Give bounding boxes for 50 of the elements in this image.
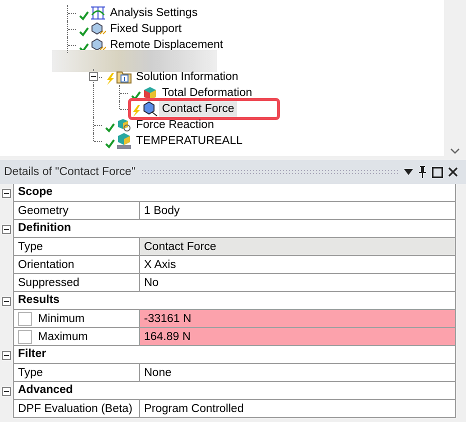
property-label: Suppressed — [18, 276, 80, 288]
tree-item[interactable]: Total Deformation — [159, 85, 256, 101]
result-cube-icon — [142, 86, 158, 100]
collapse-icon[interactable] — [2, 350, 11, 360]
property-label: Type — [18, 240, 43, 252]
result-probe-icon — [116, 118, 132, 132]
checkbox[interactable] — [18, 312, 32, 326]
collapse-icon[interactable] — [2, 386, 11, 396]
probe-cube-icon — [142, 101, 158, 117]
section-header[interactable]: Results — [13, 292, 456, 310]
property-label: DPF Evaluation (Beta) — [18, 402, 132, 414]
property-label: Minimum — [38, 312, 85, 324]
property-value[interactable]: 164.89 N — [140, 328, 455, 345]
collapse-icon[interactable] — [2, 224, 11, 234]
property-label: Maximum — [38, 330, 88, 342]
section-header[interactable]: Definition — [13, 220, 456, 238]
dropdown-icon[interactable] — [404, 169, 413, 175]
lightning-icon — [131, 105, 141, 117]
panel-title: Details of "Contact Force" — [4, 166, 136, 178]
collapse-icon[interactable] — [89, 72, 98, 81]
section-header[interactable]: Filter — [13, 346, 456, 364]
cube-icon — [90, 38, 106, 52]
tree-item[interactable]: TEMPERATUREALL — [133, 133, 246, 149]
property-label: Geometry — [18, 204, 68, 216]
check-icon — [131, 91, 141, 101]
close-icon[interactable] — [448, 167, 458, 177]
tree-item[interactable]: Fixed Support — [107, 21, 185, 37]
pin-icon[interactable] — [418, 166, 427, 178]
user-result-icon — [116, 133, 132, 149]
property-value[interactable]: -33161 N — [140, 310, 455, 327]
cube-icon — [90, 22, 106, 36]
section-header[interactable]: Advanced — [13, 382, 456, 400]
lightning-icon — [105, 73, 115, 85]
scrollbar[interactable] — [444, 0, 466, 156]
property-label: Type — [18, 366, 43, 378]
checkbox[interactable] — [18, 330, 32, 344]
property-label: Orientation — [18, 258, 74, 270]
tree-item[interactable]: Contact Force — [159, 101, 238, 117]
collapse-icon[interactable] — [2, 188, 11, 198]
section-header[interactable]: Scope — [13, 184, 456, 202]
tree-item[interactable]: Force Reaction — [133, 117, 217, 133]
tree-item[interactable]: Remote Displacement — [107, 37, 226, 53]
frame-icon — [90, 6, 106, 20]
tree-item[interactable]: Analysis Settings — [107, 5, 201, 21]
chevron-down-icon[interactable] — [450, 148, 460, 154]
property-value[interactable]: Contact Force — [140, 238, 455, 255]
collapse-icon[interactable] — [2, 296, 11, 306]
maximize-icon[interactable] — [432, 166, 443, 178]
folder-info-icon — [116, 70, 132, 84]
tree-item[interactable]: Solution Information — [133, 69, 242, 85]
